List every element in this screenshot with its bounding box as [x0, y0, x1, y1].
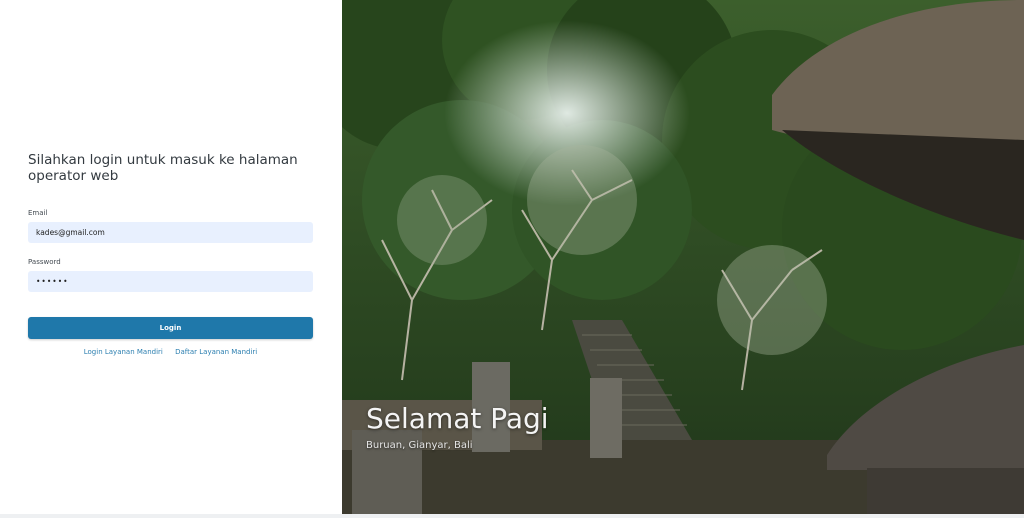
email-field[interactable]	[28, 222, 313, 243]
auth-links: Login Layanan Mandiri Daftar Layanan Man…	[28, 348, 313, 356]
greeting-text: Selamat Pagi	[366, 402, 549, 435]
email-label: Email	[28, 209, 48, 217]
page-title: Silahkan login untuk masuk ke halaman op…	[28, 152, 298, 184]
bali-temple-photo	[342, 0, 1024, 514]
self-service-login-link[interactable]: Login Layanan Mandiri	[84, 348, 163, 356]
self-service-register-link[interactable]: Daftar Layanan Mandiri	[175, 348, 257, 356]
location-text: Buruan, Gianyar, Bali	[366, 440, 473, 451]
login-panel: Silahkan login untuk masuk ke halaman op…	[0, 0, 342, 514]
login-button[interactable]: Login	[28, 317, 313, 339]
password-field[interactable]	[28, 271, 313, 292]
password-label: Password	[28, 258, 61, 266]
hero-image-panel: Selamat Pagi Buruan, Gianyar, Bali	[342, 0, 1024, 514]
